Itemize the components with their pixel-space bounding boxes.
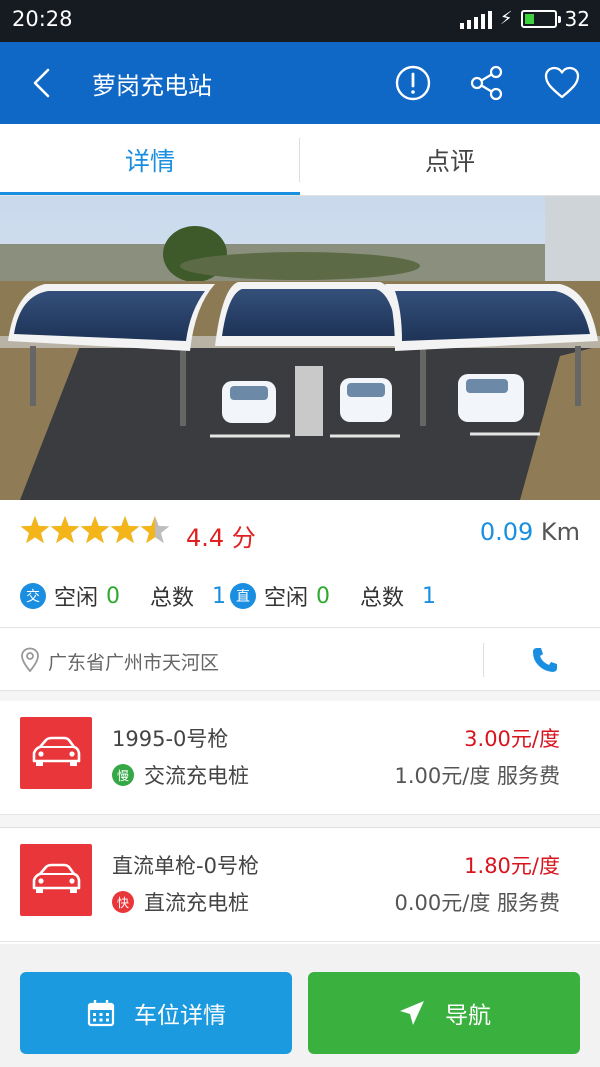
dc-total-label: 总数 xyxy=(360,586,405,611)
car-icon xyxy=(20,844,92,916)
distance: 0.09 Km xyxy=(480,518,580,546)
car-icon xyxy=(20,717,92,789)
star-rating xyxy=(20,516,170,544)
charging-bolt-icon: ⚡ xyxy=(499,8,513,29)
navigation-arrow-icon xyxy=(400,1001,424,1025)
navigate-button[interactable]: 导航 xyxy=(308,972,580,1054)
dc-total-count: 1 xyxy=(422,583,437,609)
rating-row: 4.4 分 0.09 Km xyxy=(0,500,600,566)
page-title: 萝岗充电站 xyxy=(92,72,212,100)
back-icon[interactable] xyxy=(26,62,60,104)
parking-details-label: 车位详情 xyxy=(134,1003,226,1029)
dc-idle-count: 0 xyxy=(316,583,331,609)
battery-icon xyxy=(520,10,561,28)
charger-type: 快 直流充电桩 xyxy=(112,887,249,917)
station-photo-carousel[interactable] xyxy=(0,196,600,500)
charger-price: 1.80元/度 xyxy=(464,854,560,878)
star-icon xyxy=(110,516,140,544)
parking-details-button[interactable]: 车位详情 xyxy=(20,972,292,1054)
slow-charge-badge: 慢 xyxy=(112,764,134,786)
dc-idle-label: 空闲 xyxy=(264,586,309,611)
rating-score: 4.4 分 xyxy=(186,524,256,552)
tab-bar: 详情 点评 xyxy=(0,124,600,196)
star-icon xyxy=(50,516,80,544)
app-bar: 萝岗充电站 xyxy=(0,42,600,124)
charger-price: 3.00元/度 xyxy=(464,727,560,751)
charger-item[interactable]: 1995-0号枪 慢 交流充电桩 3.00元/度 1.00元/度 服务费 xyxy=(0,701,600,815)
address-text[interactable]: 广东省广州市天河区 xyxy=(48,648,219,675)
status-indicators: ⚡ 32 xyxy=(459,7,590,31)
service-fee: 0.00元/度 服务费 xyxy=(394,891,560,915)
ac-total-label: 总数 xyxy=(150,586,195,611)
star-icon xyxy=(80,516,110,544)
dc-availability: 直 空闲 0 总数 1 xyxy=(230,580,436,612)
charger-name: 1995-0号枪 xyxy=(112,727,229,751)
distance-unit: Km xyxy=(533,518,580,546)
ac-total-count: 1 xyxy=(212,583,227,609)
heart-icon[interactable] xyxy=(541,62,583,104)
location-pin-icon xyxy=(21,647,39,673)
status-time: 20:28 xyxy=(12,7,73,31)
battery-percent: 32 xyxy=(564,7,590,31)
dc-badge: 直 xyxy=(230,583,256,609)
ac-idle-label: 空闲 xyxy=(54,586,99,611)
ac-idle-count: 0 xyxy=(106,583,121,609)
ac-availability: 交 空闲 0 总数 1 xyxy=(20,580,226,612)
charger-type-label: 交流充电桩 xyxy=(144,764,249,788)
tab-details[interactable]: 详情 xyxy=(0,124,300,195)
calendar-icon xyxy=(87,1000,115,1027)
section-gap xyxy=(0,691,600,701)
service-fee: 1.00元/度 服务费 xyxy=(394,764,560,788)
charger-name: 直流单枪-0号枪 xyxy=(112,854,259,878)
info-icon[interactable] xyxy=(392,62,434,104)
charger-type: 慢 交流充电桩 xyxy=(112,760,249,790)
availability-row: 交 空闲 0 总数 1 直 空闲 0 总数 1 xyxy=(0,566,600,628)
tab-reviews[interactable]: 点评 xyxy=(300,124,600,195)
star-icon xyxy=(20,516,50,544)
signal-icon xyxy=(459,9,492,29)
active-tab-indicator xyxy=(0,192,300,195)
phone-icon[interactable] xyxy=(530,645,560,675)
section-gap xyxy=(0,815,600,828)
battery-fill xyxy=(524,14,534,24)
share-icon[interactable] xyxy=(466,62,508,104)
station-photo xyxy=(0,196,600,500)
address-divider xyxy=(483,643,484,677)
distance-value: 0.09 xyxy=(479,518,534,546)
charger-type-label: 直流充电桩 xyxy=(144,891,249,915)
status-bar: 20:28 ⚡ 32 xyxy=(0,0,600,42)
charger-item[interactable]: 直流单枪-0号枪 快 直流充电桩 1.80元/度 0.00元/度 服务费 xyxy=(0,828,600,942)
address-row: 广东省广州市天河区 xyxy=(0,629,600,691)
navigate-label: 导航 xyxy=(445,1003,491,1029)
fast-charge-badge: 快 xyxy=(112,891,134,913)
ac-badge: 交 xyxy=(20,583,46,609)
